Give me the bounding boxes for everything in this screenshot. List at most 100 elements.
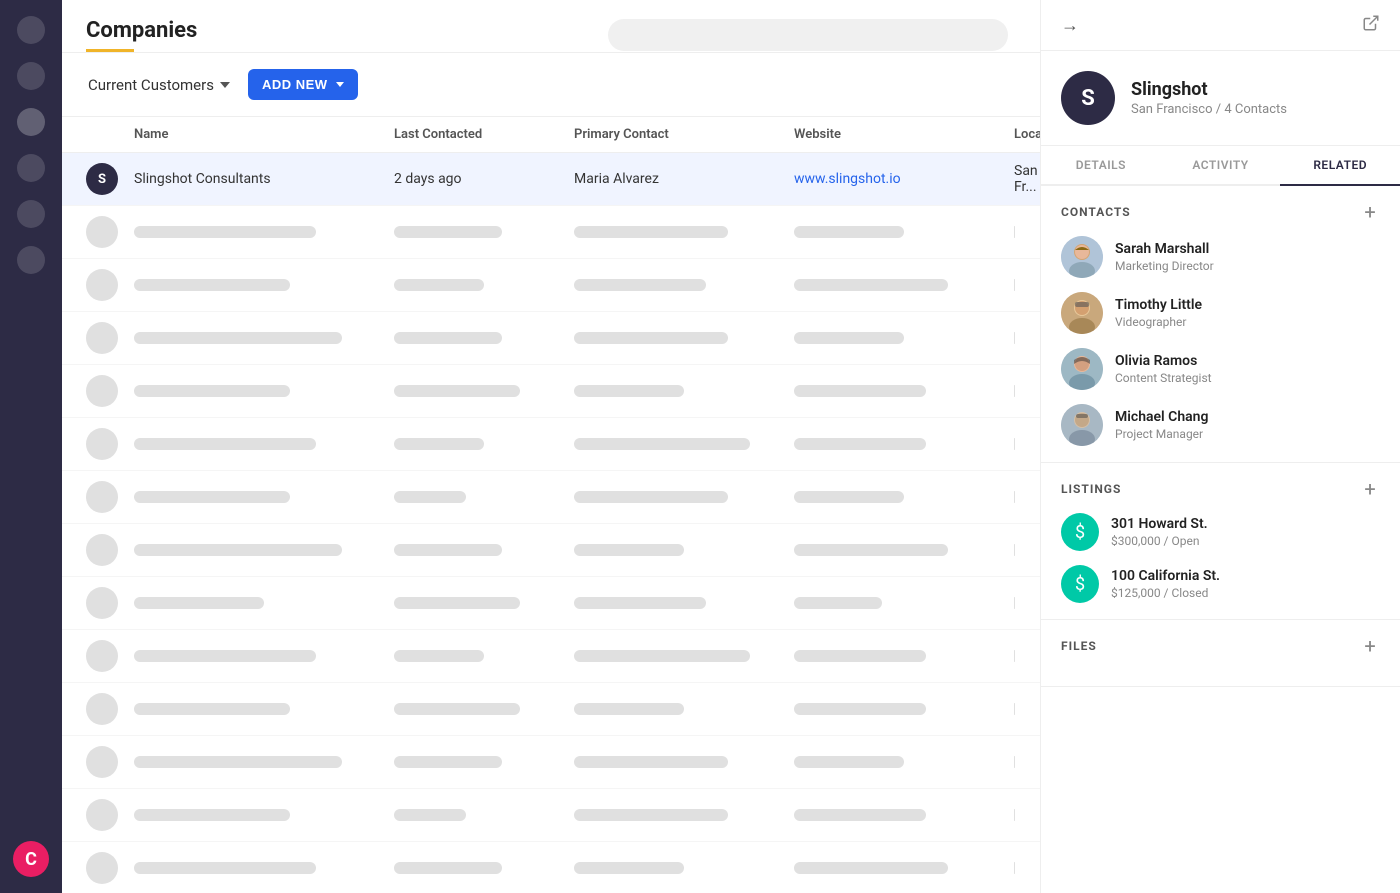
table-row[interactable] xyxy=(62,577,1040,630)
placeholder-bar xyxy=(394,385,520,397)
col-header-last-contacted: Last Contacted xyxy=(394,127,574,142)
placeholder-bar xyxy=(794,279,948,291)
placeholder-bar xyxy=(134,279,290,291)
placeholder-bar xyxy=(134,226,316,238)
listings-section-header: LISTINGS + xyxy=(1061,479,1380,499)
placeholder-bar xyxy=(574,438,750,450)
placeholder-bar xyxy=(574,756,728,768)
placeholder-bar xyxy=(794,809,926,821)
sidebar: C xyxy=(0,0,62,893)
panel-back-arrow-icon[interactable]: → xyxy=(1061,15,1079,36)
website-cell[interactable]: www.slingshot.io xyxy=(794,171,1014,187)
table-row[interactable] xyxy=(62,683,1040,736)
placeholder-bar xyxy=(1014,438,1015,450)
primary-contact-cell: Maria Alvarez xyxy=(574,171,794,187)
chevron-down-icon xyxy=(220,82,230,88)
avatar xyxy=(1061,236,1103,278)
table-row[interactable] xyxy=(62,206,1040,259)
contact-item[interactable]: Timothy Little Videographer xyxy=(1061,292,1380,334)
placeholder-bar xyxy=(394,226,502,238)
avatar xyxy=(1061,404,1103,446)
files-add-button[interactable]: + xyxy=(1360,636,1380,656)
table-row[interactable] xyxy=(62,736,1040,789)
avatar xyxy=(1061,348,1103,390)
placeholder-bar xyxy=(394,332,502,344)
placeholder-bar xyxy=(134,491,290,503)
add-new-label: ADD NEW xyxy=(262,77,328,92)
placeholder-avatar xyxy=(86,269,118,301)
listing-address: 301 Howard St. xyxy=(1111,516,1208,532)
sidebar-item-1[interactable] xyxy=(17,16,45,44)
files-section: FILES + xyxy=(1041,620,1400,687)
col-header-primary-contact: Primary Contact xyxy=(574,127,794,142)
placeholder-bar xyxy=(134,809,290,821)
placeholder-bar xyxy=(1014,385,1015,397)
panel-top-bar: → xyxy=(1041,0,1400,51)
sidebar-item-5[interactable] xyxy=(17,200,45,228)
table-row[interactable] xyxy=(62,524,1040,577)
sidebar-item-4[interactable] xyxy=(17,154,45,182)
table-row[interactable]: S Slingshot Consultants 2 days ago Maria… xyxy=(62,153,1040,206)
placeholder-bar xyxy=(574,279,706,291)
placeholder-avatar xyxy=(86,428,118,460)
table-row[interactable] xyxy=(62,471,1040,524)
toolbar: Current Customers ADD NEW xyxy=(62,53,1040,117)
listing-item[interactable]: $ 100 California St. $125,000 / Closed xyxy=(1061,565,1380,603)
title-underline xyxy=(86,49,134,52)
panel-company-name: Slingshot xyxy=(1131,79,1287,100)
placeholder-bar xyxy=(794,650,926,662)
contact-name: Timothy Little xyxy=(1115,297,1202,313)
tab-details[interactable]: DETAILS xyxy=(1041,146,1161,184)
table-row[interactable] xyxy=(62,312,1040,365)
placeholder-bar xyxy=(1014,226,1015,238)
table-row[interactable] xyxy=(62,365,1040,418)
sidebar-item-6[interactable] xyxy=(17,246,45,274)
contact-item[interactable]: Sarah Marshall Marketing Director xyxy=(1061,236,1380,278)
placeholder-bar xyxy=(394,809,466,821)
listing-address: 100 California St. xyxy=(1111,568,1220,584)
app-logo[interactable]: C xyxy=(13,841,49,877)
add-new-button[interactable]: ADD NEW xyxy=(248,69,358,100)
contact-role: Content Strategist xyxy=(1115,371,1212,385)
listings-add-button[interactable]: + xyxy=(1360,479,1380,499)
placeholder-bar xyxy=(1014,809,1015,821)
add-new-chevron-icon xyxy=(336,82,344,87)
avatar xyxy=(1061,292,1103,334)
listing-meta: $300,000 / Open xyxy=(1111,534,1208,548)
contact-item[interactable]: Michael Chang Project Manager xyxy=(1061,404,1380,446)
company-big-avatar: S xyxy=(1061,71,1115,125)
placeholder-bar xyxy=(394,491,466,503)
placeholder-bar xyxy=(794,756,904,768)
search-bar[interactable] xyxy=(608,19,1008,51)
listings-section-title: LISTINGS xyxy=(1061,482,1121,496)
sidebar-item-3[interactable] xyxy=(17,108,45,136)
placeholder-bar xyxy=(574,332,728,344)
page-title: Companies xyxy=(86,18,197,43)
placeholder-bar xyxy=(574,703,684,715)
placeholder-bar xyxy=(1014,332,1015,344)
filter-dropdown[interactable]: Current Customers xyxy=(86,72,232,98)
placeholder-bar xyxy=(394,544,502,556)
table-row[interactable] xyxy=(62,418,1040,471)
main-content: Companies Current Customers ADD NEW Name… xyxy=(62,0,1040,893)
contacts-add-button[interactable]: + xyxy=(1360,202,1380,222)
tab-related[interactable]: RELATED xyxy=(1280,146,1400,186)
listing-item[interactable]: $ 301 Howard St. $300,000 / Open xyxy=(1061,513,1380,551)
placeholder-avatar xyxy=(86,375,118,407)
table-row[interactable] xyxy=(62,842,1040,893)
tab-activity[interactable]: ACTIVITY xyxy=(1161,146,1281,184)
contact-item[interactable]: Olivia Ramos Content Strategist xyxy=(1061,348,1380,390)
table-row[interactable] xyxy=(62,630,1040,683)
contacts-section-header: CONTACTS + xyxy=(1061,202,1380,222)
right-panel: → S Slingshot San Francisco / 4 Contacts… xyxy=(1040,0,1400,893)
panel-external-link-icon[interactable] xyxy=(1362,14,1380,36)
placeholder-bar xyxy=(1014,862,1015,874)
companies-table: Name Last Contacted Primary Contact Webs… xyxy=(62,117,1040,893)
placeholder-bar xyxy=(394,756,502,768)
table-row[interactable] xyxy=(62,789,1040,842)
table-row[interactable] xyxy=(62,259,1040,312)
sidebar-item-2[interactable] xyxy=(17,62,45,90)
table-header: Name Last Contacted Primary Contact Webs… xyxy=(62,117,1040,153)
listing-meta: $125,000 / Closed xyxy=(1111,586,1220,600)
files-section-header: FILES + xyxy=(1061,636,1380,656)
